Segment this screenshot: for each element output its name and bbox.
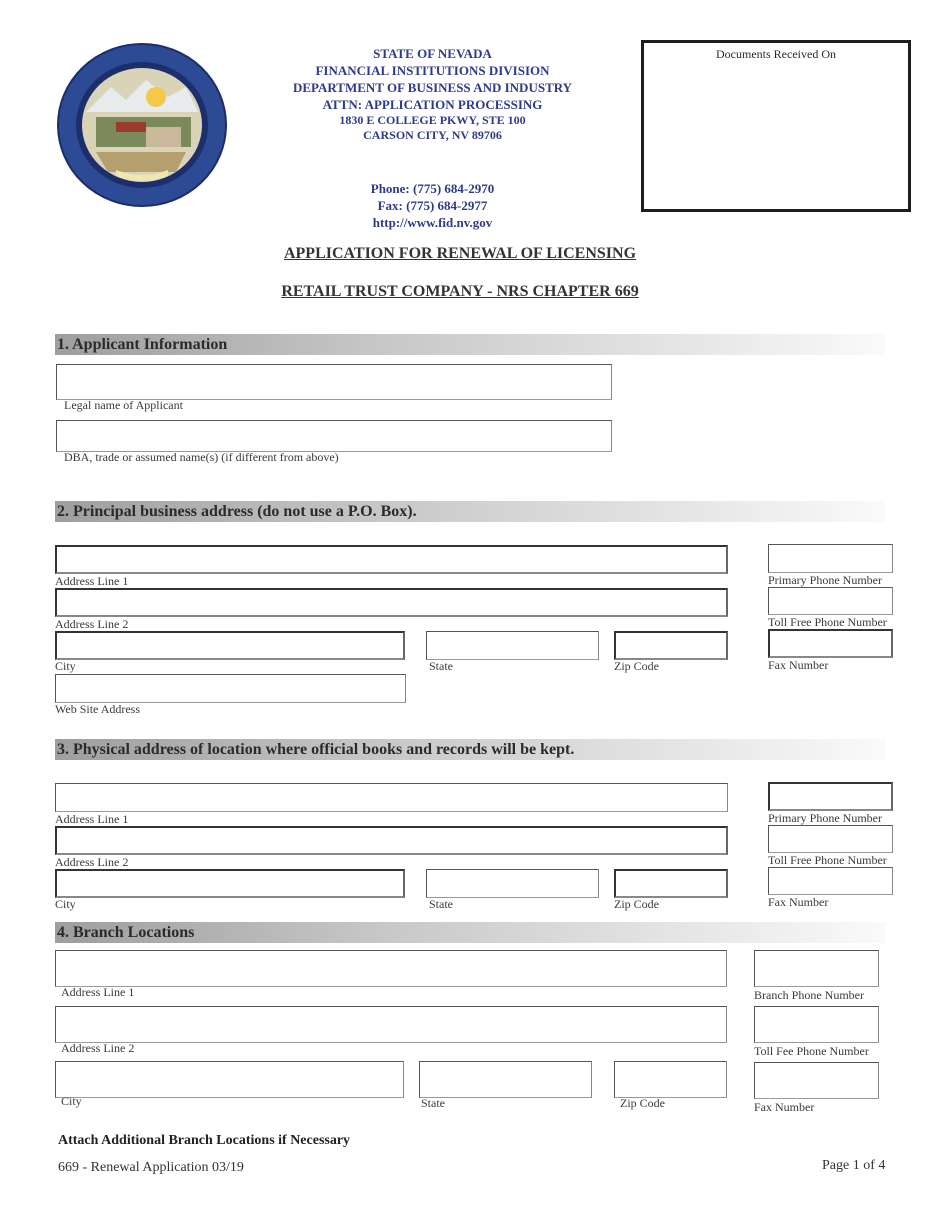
s2-fax-input[interactable] bbox=[768, 629, 893, 658]
s2-state-label: State bbox=[429, 659, 453, 673]
legal-name-input[interactable] bbox=[56, 364, 612, 400]
s2-address-line-1-input[interactable] bbox=[55, 545, 728, 574]
s2-website-label: Web Site Address bbox=[55, 702, 141, 716]
s4-toll-free-label: Toll Fee Phone Number bbox=[754, 1044, 869, 1058]
s2-zip-label: Zip Code bbox=[614, 659, 659, 673]
agency-address-line: CARSON CITY, NV 89706 bbox=[363, 128, 502, 142]
s4-city-label: City bbox=[61, 1094, 82, 1108]
agency-address-line: 1830 E COLLEGE PKWY, STE 100 bbox=[339, 113, 526, 127]
s4-zip-input[interactable] bbox=[614, 1061, 727, 1098]
s4-state-input[interactable] bbox=[419, 1061, 592, 1098]
s2-toll-free-label: Toll Free Phone Number bbox=[768, 615, 887, 629]
dba-name-label: DBA, trade or assumed name(s) (if differ… bbox=[64, 450, 339, 464]
section-1-heading: 1. Applicant Information bbox=[55, 334, 885, 355]
s2-state-input[interactable] bbox=[426, 631, 599, 660]
s3-state-label: State bbox=[429, 897, 453, 911]
s3-fax-input[interactable] bbox=[768, 867, 893, 895]
agency-fax: Fax: (775) 684-2977 bbox=[377, 198, 488, 213]
s2-website-input[interactable] bbox=[55, 674, 406, 703]
form-title: APPLICATION FOR RENEWAL OF LICENSING bbox=[283, 245, 637, 262]
section-4-heading: 4. Branch Locations bbox=[55, 922, 885, 943]
s4-branch-phone-label: Branch Phone Number bbox=[754, 988, 864, 1002]
s2-address-line-2-input[interactable] bbox=[55, 588, 728, 617]
s2-zip-input[interactable] bbox=[614, 631, 728, 660]
s2-city-label: City bbox=[55, 659, 76, 673]
nevada-state-seal-icon bbox=[56, 42, 228, 208]
s4-address-line-2-label: Address Line 2 bbox=[61, 1041, 135, 1055]
s3-state-input[interactable] bbox=[426, 869, 599, 898]
s2-primary-phone-input[interactable] bbox=[768, 544, 893, 573]
s4-address-line-2-input[interactable] bbox=[55, 1006, 727, 1043]
page-number: Page 1 of 4 bbox=[822, 1158, 886, 1173]
s3-address-line-2-label: Address Line 2 bbox=[55, 855, 129, 869]
s4-city-input[interactable] bbox=[55, 1061, 404, 1098]
form-subtitle: RETAIL TRUST COMPANY - NRS CHAPTER 669 bbox=[281, 283, 639, 300]
s2-address-line-2-label: Address Line 2 bbox=[55, 617, 129, 631]
s3-city-input[interactable] bbox=[55, 869, 405, 898]
documents-received-label: Documents Received On bbox=[716, 47, 836, 61]
s3-primary-phone-input[interactable] bbox=[768, 782, 893, 811]
agency-phone: Phone: (775) 684-2970 bbox=[370, 181, 495, 196]
contact-block: Phone: (775) 684-2970 Fax: (775) 684-297… bbox=[330, 180, 535, 231]
s4-zip-label: Zip Code bbox=[620, 1096, 665, 1110]
s2-city-input[interactable] bbox=[55, 631, 405, 660]
s4-toll-free-input[interactable] bbox=[754, 1006, 879, 1043]
s4-address-line-1-label: Address Line 1 bbox=[61, 985, 135, 999]
s4-fax-input[interactable] bbox=[754, 1062, 879, 1099]
s3-address-line-1-label: Address Line 1 bbox=[55, 812, 129, 826]
form-id: 669 - Renewal Application 03/19 bbox=[58, 1160, 244, 1175]
s3-city-label: City bbox=[55, 897, 76, 911]
s4-state-label: State bbox=[421, 1096, 445, 1110]
s3-address-line-1-input[interactable] bbox=[55, 783, 728, 812]
section-3-heading: 3. Physical address of location where of… bbox=[55, 739, 885, 760]
s3-fax-label: Fax Number bbox=[768, 895, 829, 909]
s3-zip-label: Zip Code bbox=[614, 897, 659, 911]
s4-branch-phone-input[interactable] bbox=[754, 950, 879, 987]
s3-toll-free-label: Toll Free Phone Number bbox=[768, 853, 887, 867]
additional-branches-note: Attach Additional Branch Locations if Ne… bbox=[58, 1133, 351, 1148]
s4-fax-label: Fax Number bbox=[754, 1100, 815, 1114]
s3-address-line-2-input[interactable] bbox=[55, 826, 728, 855]
s3-primary-phone-label: Primary Phone Number bbox=[768, 811, 882, 825]
s2-toll-free-input[interactable] bbox=[768, 587, 893, 615]
s2-address-line-1-label: Address Line 1 bbox=[55, 574, 129, 588]
legal-name-label: Legal name of Applicant bbox=[64, 398, 183, 412]
s4-address-line-1-input[interactable] bbox=[55, 950, 727, 987]
agency-line: STATE OF NEVADA bbox=[373, 46, 492, 61]
s3-toll-free-input[interactable] bbox=[768, 825, 893, 853]
agency-block: STATE OF NEVADA FINANCIAL INSTITUTIONS D… bbox=[270, 45, 595, 143]
agency-website-link[interactable]: http://www.fid.nv.gov bbox=[330, 214, 535, 231]
section-2-heading: 2. Principal business address (do not us… bbox=[55, 501, 885, 522]
dba-name-input[interactable] bbox=[56, 420, 612, 452]
documents-received-box: Documents Received On bbox=[641, 40, 911, 212]
s2-fax-label: Fax Number bbox=[768, 658, 829, 672]
agency-line: DEPARTMENT OF BUSINESS AND INDUSTRY bbox=[292, 80, 573, 95]
s2-primary-phone-label: Primary Phone Number bbox=[768, 573, 882, 587]
agency-line: ATTN: APPLICATION PROCESSING bbox=[322, 97, 543, 112]
agency-line: FINANCIAL INSTITUTIONS DIVISION bbox=[315, 63, 550, 78]
s3-zip-input[interactable] bbox=[614, 869, 728, 898]
